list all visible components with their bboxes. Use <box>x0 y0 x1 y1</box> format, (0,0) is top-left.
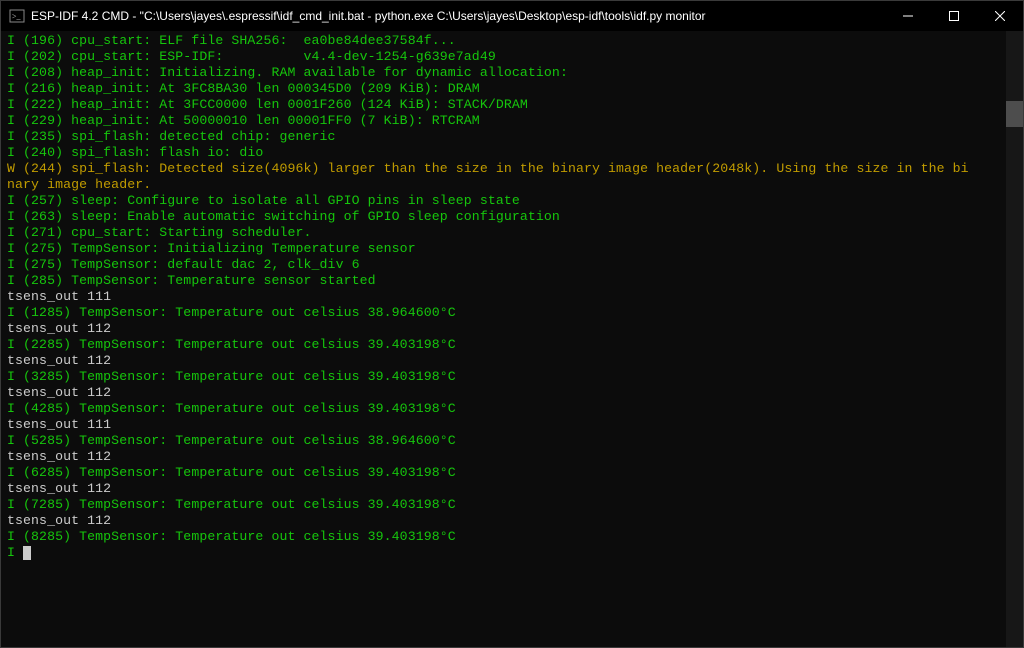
log-line: tsens_out 112 <box>7 481 1006 497</box>
log-line: I (229) heap_init: At 50000010 len 00001… <box>7 113 1006 129</box>
log-line: W (244) spi_flash: Detected size(4096k) … <box>7 161 1006 177</box>
log-line: I (222) heap_init: At 3FCC0000 len 0001F… <box>7 97 1006 113</box>
log-line: tsens_out 112 <box>7 449 1006 465</box>
log-line: I (271) cpu_start: Starting scheduler. <box>7 225 1006 241</box>
log-line: I (216) heap_init: At 3FC8BA30 len 00034… <box>7 81 1006 97</box>
scrollbar[interactable] <box>1006 31 1023 647</box>
log-line: tsens_out 112 <box>7 353 1006 369</box>
log-line: I (208) heap_init: Initializing. RAM ava… <box>7 65 1006 81</box>
log-line: nary image header. <box>7 177 1006 193</box>
log-line: I (240) spi_flash: flash io: dio <box>7 145 1006 161</box>
close-button[interactable] <box>977 1 1023 31</box>
log-line: I (202) cpu_start: ESP-IDF: v4.4-dev-125… <box>7 49 1006 65</box>
log-line: I (5285) TempSensor: Temperature out cel… <box>7 433 1006 449</box>
log-line: I (7285) TempSensor: Temperature out cel… <box>7 497 1006 513</box>
log-line: tsens_out 111 <box>7 289 1006 305</box>
window-title: ESP-IDF 4.2 CMD - "C:\Users\jayes\.espre… <box>31 9 885 23</box>
scroll-thumb[interactable] <box>1006 101 1023 127</box>
cmd-window: >_ ESP-IDF 4.2 CMD - "C:\Users\jayes\.es… <box>0 0 1024 648</box>
svg-text:>_: >_ <box>12 12 22 21</box>
log-line: I (275) TempSensor: Initializing Tempera… <box>7 241 1006 257</box>
log-line: I (196) cpu_start: ELF file SHA256: ea0b… <box>7 33 1006 49</box>
log-line: I (8285) TempSensor: Temperature out cel… <box>7 529 1006 545</box>
log-line: I (4285) TempSensor: Temperature out cel… <box>7 401 1006 417</box>
log-line: tsens_out 112 <box>7 385 1006 401</box>
maximize-button[interactable] <box>931 1 977 31</box>
log-line: I (3285) TempSensor: Temperature out cel… <box>7 369 1006 385</box>
log-line: I (2285) TempSensor: Temperature out cel… <box>7 337 1006 353</box>
log-line: I (235) spi_flash: detected chip: generi… <box>7 129 1006 145</box>
prompt-line: I <box>7 545 1006 561</box>
log-line: I (263) sleep: Enable automatic switchin… <box>7 209 1006 225</box>
minimize-button[interactable] <box>885 1 931 31</box>
log-line: I (1285) TempSensor: Temperature out cel… <box>7 305 1006 321</box>
content-area: I (196) cpu_start: ELF file SHA256: ea0b… <box>1 31 1023 647</box>
log-line: tsens_out 111 <box>7 417 1006 433</box>
log-line: tsens_out 112 <box>7 513 1006 529</box>
cursor <box>23 546 31 560</box>
log-line: I (285) TempSensor: Temperature sensor s… <box>7 273 1006 289</box>
terminal-output[interactable]: I (196) cpu_start: ELF file SHA256: ea0b… <box>1 31 1006 647</box>
log-line: I (6285) TempSensor: Temperature out cel… <box>7 465 1006 481</box>
log-line: I (275) TempSensor: default dac 2, clk_d… <box>7 257 1006 273</box>
log-line: I (257) sleep: Configure to isolate all … <box>7 193 1006 209</box>
titlebar[interactable]: >_ ESP-IDF 4.2 CMD - "C:\Users\jayes\.es… <box>1 1 1023 31</box>
app-icon: >_ <box>9 8 25 24</box>
log-line: tsens_out 112 <box>7 321 1006 337</box>
